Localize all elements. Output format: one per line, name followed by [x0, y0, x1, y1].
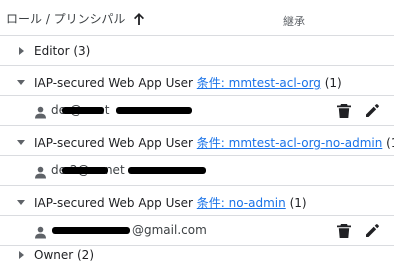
member-row: de 2@m net: [0, 156, 394, 186]
column-inherit: 継承: [283, 15, 305, 28]
role-label: Editor (3): [34, 44, 91, 58]
table-header: ロール / プリンシパル 継承: [0, 0, 394, 36]
caret-right-icon[interactable]: [16, 250, 26, 260]
role-label: IAP-secured Web App User 条件: mmtest-acl-…: [34, 136, 394, 150]
arrow-up-icon[interactable]: [133, 12, 145, 26]
caret-right-icon[interactable]: [16, 46, 26, 56]
person-icon: [34, 164, 47, 179]
member-email: @gmail.com: [132, 223, 207, 237]
redaction-mark: [116, 107, 192, 114]
role-row-owner[interactable]: Owner (2): [0, 246, 394, 276]
edit-icon[interactable]: [364, 103, 380, 119]
role-row-iap-acl-org[interactable]: IAP-secured Web App User 条件: mmtest-acl-…: [0, 66, 394, 96]
redaction-mark: [52, 227, 130, 234]
role-row-editor[interactable]: Editor (3): [0, 36, 394, 66]
caret-down-icon[interactable]: [16, 197, 26, 207]
member-row: @gmail.com: [0, 216, 394, 246]
condition-link[interactable]: 条件: mmtest-acl-org-no-admin: [197, 136, 383, 150]
role-row-iap-acl-org-no-admin[interactable]: IAP-secured Web App User 条件: mmtest-acl-…: [0, 126, 394, 156]
delete-icon[interactable]: [336, 103, 352, 119]
role-label: IAP-secured Web App User 条件: no-admin (1…: [34, 196, 307, 210]
condition-link[interactable]: 条件: mmtest-acl-org: [197, 76, 321, 90]
caret-down-icon[interactable]: [16, 137, 26, 147]
person-icon: [34, 104, 47, 119]
caret-down-icon[interactable]: [16, 77, 26, 87]
member-row: de @m et: [0, 96, 394, 126]
redaction-mark: [128, 167, 206, 174]
delete-icon[interactable]: [336, 223, 352, 239]
person-icon: [34, 224, 47, 239]
role-label: Owner (2): [34, 248, 94, 262]
column-role-principal[interactable]: ロール / プリンシパル: [6, 10, 145, 27]
edit-icon[interactable]: [364, 223, 380, 239]
column-role-principal-label: ロール / プリンシパル: [6, 12, 126, 26]
redaction-mark: [62, 167, 108, 174]
redaction-mark: [62, 107, 104, 114]
condition-link[interactable]: 条件: no-admin: [197, 196, 286, 210]
role-row-iap-no-admin[interactable]: IAP-secured Web App User 条件: no-admin (1…: [0, 186, 394, 216]
role-label: IAP-secured Web App User 条件: mmtest-acl-…: [34, 76, 342, 90]
